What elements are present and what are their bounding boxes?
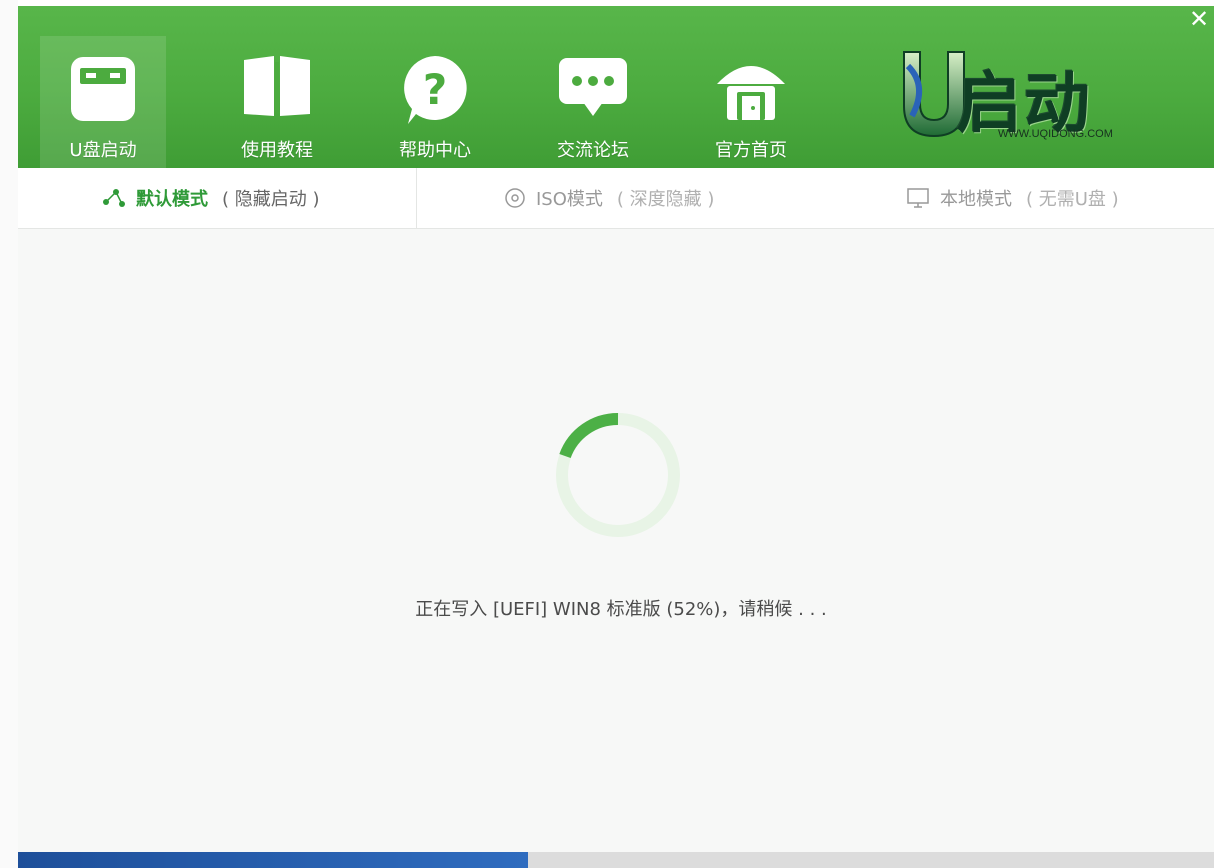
nav-item-tutorial[interactable]: 使用教程 <box>198 36 356 168</box>
logo-url: WWW.UQIDONG.COM <box>998 128 1113 140</box>
nav-item-home[interactable]: 官方首页 <box>672 36 830 168</box>
taskbar-fragment <box>18 852 528 868</box>
chat-icon <box>559 58 627 116</box>
app-window: U盘启动 使用教程 ? 帮助中心 交流论坛 官方首页 启动 WWW.UQIDON… <box>18 6 1214 852</box>
nav-label: 官方首页 <box>715 140 787 161</box>
usb-drive-icon <box>71 57 135 121</box>
taskbar-fragment-right <box>528 852 1214 868</box>
tab-iso-mode[interactable]: ISO模式 ( 深度隐藏 ) <box>504 168 714 228</box>
nav-label: 交流论坛 <box>557 140 629 161</box>
tab-label: 默认模式 <box>136 189 208 210</box>
home-icon <box>717 66 785 120</box>
tab-divider <box>416 168 417 228</box>
nav-label: 使用教程 <box>241 140 313 161</box>
share-icon <box>102 188 126 208</box>
tab-sublabel: ( 深度隐藏 ) <box>616 189 715 210</box>
main-nav: U盘启动 使用教程 ? 帮助中心 交流论坛 官方首页 <box>40 36 830 168</box>
close-icon: ✕ <box>1188 6 1210 33</box>
tab-local-mode[interactable]: 本地模式 ( 无需U盘 ) <box>906 168 1119 228</box>
brand-logo: 启动 WWW.UQIDONG.COM <box>898 46 1158 146</box>
mode-tabs: 默认模式 ( 隐藏启动 ) ISO模式 ( 深度隐藏 ) 本地模式 (无需U盘… <box>18 168 1214 229</box>
nav-label: U盘启动 <box>69 140 137 161</box>
help-icon: ? <box>404 56 467 124</box>
tab-sublabel: ( 无需U盘 ) <box>1026 189 1119 210</box>
disc-icon <box>504 187 526 209</box>
tab-label: ISO模式 <box>536 189 603 210</box>
header-bar: U盘启动 使用教程 ? 帮助中心 交流论坛 官方首页 启动 WWW.UQIDON… <box>18 6 1214 168</box>
tab-sublabel: ( 隐藏启动 ) <box>222 189 320 210</box>
monitor-icon <box>906 187 930 209</box>
nav-item-u-disk-boot[interactable]: U盘启动 <box>40 36 166 168</box>
tab-default-mode[interactable]: 默认模式 ( 隐藏启动 ) <box>102 168 320 228</box>
svg-text:?: ? <box>423 65 447 114</box>
nav-item-forum[interactable]: 交流论坛 <box>514 36 672 168</box>
tab-label: 本地模式 <box>940 189 1012 210</box>
nav-label: 帮助中心 <box>399 140 471 161</box>
loading-spinner-icon <box>556 412 680 537</box>
close-button[interactable]: ✕ <box>1188 6 1210 33</box>
book-icon <box>244 56 310 116</box>
desktop-edge <box>0 0 18 868</box>
status-message: 正在写入 [UEFI] WIN8 标准版 (52%)，请稍候 . . . <box>415 599 827 620</box>
nav-item-help-center[interactable]: ? 帮助中心 <box>356 36 514 168</box>
main-content: 正在写入 [UEFI] WIN8 标准版 (52%)，请稍候 . . . <box>18 229 1214 852</box>
